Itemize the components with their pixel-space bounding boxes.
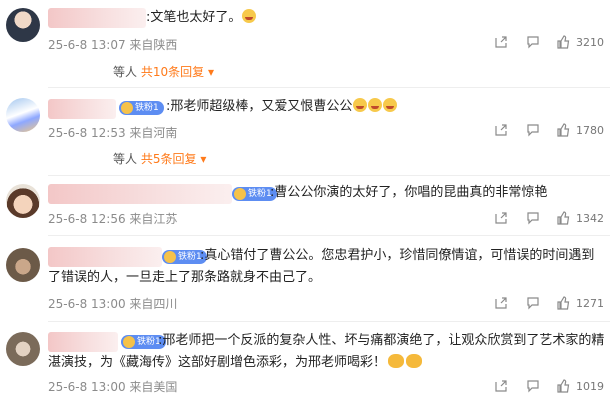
crying-face-emoji xyxy=(368,98,383,112)
avatar[interactable] xyxy=(6,98,40,132)
comment-icon[interactable] xyxy=(526,211,540,225)
comment-text: :曹公公你演的太好了，你唱的昆曲真的非常惊艳 xyxy=(270,185,548,200)
like-count: 3210 xyxy=(576,36,604,49)
avatar[interactable] xyxy=(6,248,40,282)
comment-item: 铁粉1 :邢老师超级棒，又爱又恨曹公公 25-6-8 12:53 来自河南 17… xyxy=(0,88,610,176)
comment-actions: 1271 xyxy=(494,294,604,314)
share-icon[interactable] xyxy=(494,211,508,225)
fan-badge-icon xyxy=(121,102,133,114)
username-redacted[interactable] xyxy=(48,184,232,204)
like-count: 1271 xyxy=(576,297,604,310)
clap-emoji xyxy=(406,354,423,368)
comment-actions: 1019 xyxy=(494,377,604,397)
chevron-down-icon: ▾ xyxy=(200,152,207,166)
comment-icon[interactable] xyxy=(526,123,540,137)
thumbs-up-icon[interactable] xyxy=(556,123,570,137)
comment-meta: 25-6-8 13:07 来自陕西 xyxy=(48,38,178,52)
comment-actions: 3210 xyxy=(494,33,604,53)
reply-count-link[interactable]: 共10条回复 xyxy=(141,65,204,79)
crying-face-emoji xyxy=(383,98,398,112)
comment-icon[interactable] xyxy=(526,296,540,310)
fan-badge: 铁粉1 xyxy=(119,101,164,115)
username-redacted[interactable] xyxy=(48,8,146,28)
clap-emoji xyxy=(388,354,405,368)
comment-meta: 25-6-8 12:56 来自江苏 xyxy=(48,212,178,226)
comment-meta: 25-6-8 13:00 来自四川 xyxy=(48,297,178,311)
like-count: 1780 xyxy=(576,124,604,137)
chevron-down-icon: ▾ xyxy=(207,65,214,79)
thumbs-up-icon[interactable] xyxy=(556,35,570,49)
comment-item: 铁粉1 :曹公公你演的太好了，你唱的昆曲真的非常惊艳 25-6-8 12:56 … xyxy=(0,176,610,236)
comment-actions: 1342 xyxy=(494,209,604,229)
share-icon[interactable] xyxy=(494,379,508,393)
avatar[interactable] xyxy=(6,332,40,366)
reply-count-link[interactable]: 共5条回复 xyxy=(141,152,197,166)
avatar[interactable] xyxy=(6,184,40,218)
reply-summary[interactable]: 等人 共10条回复 ▾ xyxy=(113,63,214,80)
comment-icon[interactable] xyxy=(526,35,540,49)
thumbs-up-icon[interactable] xyxy=(556,211,570,225)
thumbs-up-icon[interactable] xyxy=(556,379,570,393)
thumbs-up-icon[interactable] xyxy=(556,296,570,310)
comment-meta: 25-6-8 13:00 来自美国 xyxy=(48,380,178,394)
crying-face-emoji xyxy=(242,9,257,23)
like-count: 1342 xyxy=(576,212,604,225)
reply-summary[interactable]: 等人 共5条回复 ▾ xyxy=(113,150,206,167)
comment-text: :邢老师超级棒，又爱又恨曹公公 xyxy=(166,96,586,118)
comment-text: :真心错付了曹公公。您忠君护小，珍惜同僚情谊，可惜误的时间遇到了错误的人，一旦走… xyxy=(48,248,595,285)
comment-meta: 25-6-8 12:53 来自河南 xyxy=(48,126,178,140)
share-icon[interactable] xyxy=(494,35,508,49)
comment-item: :文笔也太好了。 25-6-8 13:07 来自陕西 3210 等人 共10条回… xyxy=(0,0,610,88)
share-icon[interactable] xyxy=(494,123,508,137)
comment-item: 铁粉1 :邢老师把一个反派的复杂人性、坏与痛都演绝了，让观众欣赏到了艺术家的精湛… xyxy=(0,322,610,403)
comment-icon[interactable] xyxy=(526,379,540,393)
fan-badge-icon xyxy=(234,188,246,200)
comment-actions: 1780 xyxy=(494,121,604,141)
like-count: 1019 xyxy=(576,380,604,393)
comment-text: :邢老师把一个反派的复杂人性、坏与痛都演绝了，让观众欣赏到了艺术家的精湛演技，为… xyxy=(48,333,605,370)
crying-face-emoji xyxy=(353,98,368,112)
share-icon[interactable] xyxy=(494,296,508,310)
avatar[interactable] xyxy=(6,8,40,42)
username-redacted[interactable] xyxy=(48,99,116,119)
comment-item: 铁粉1 :真心错付了曹公公。您忠君护小，珍惜同僚情谊，可惜误的时间遇到了错误的人… xyxy=(0,236,610,322)
comment-text: :文笔也太好了。 xyxy=(146,7,586,29)
